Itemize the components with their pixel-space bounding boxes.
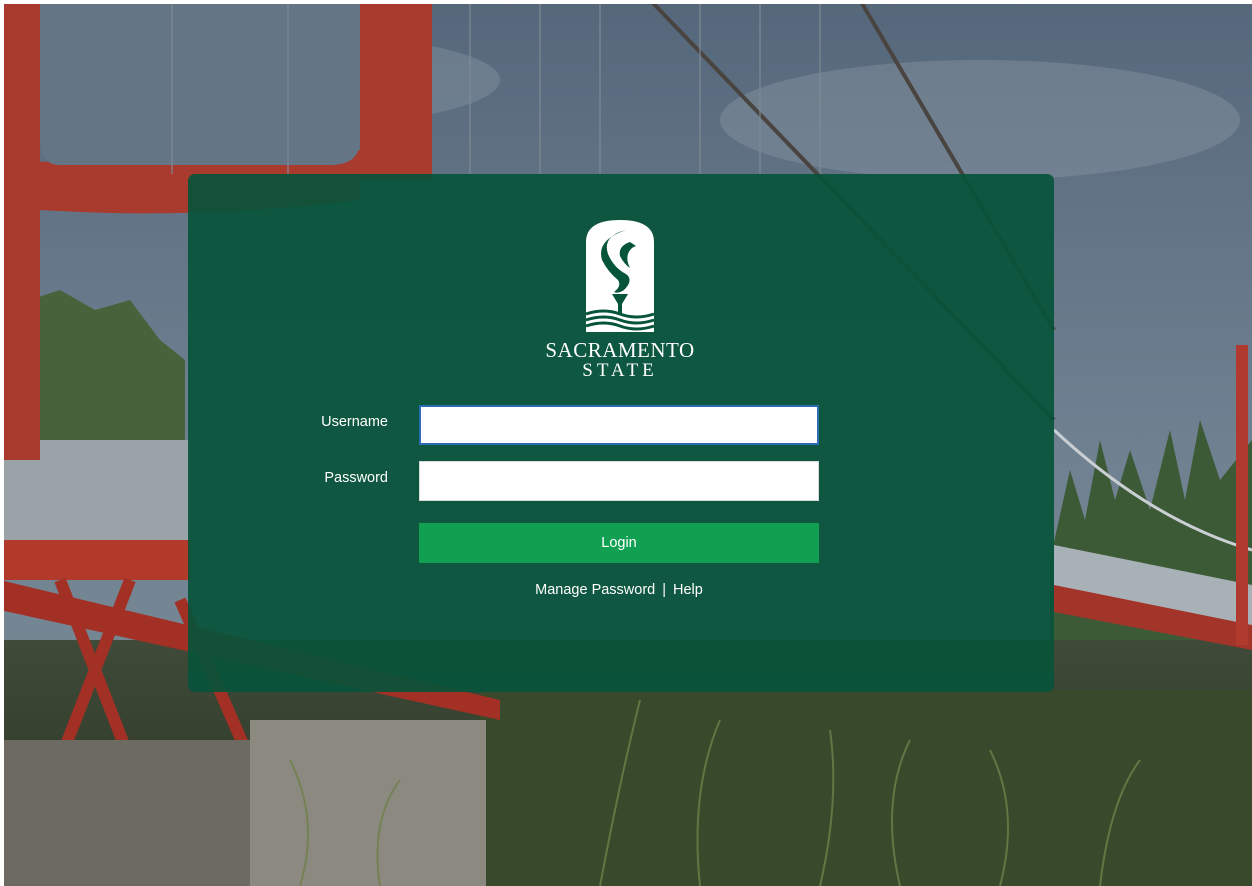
login-button[interactable]: Login [419,523,819,563]
help-link[interactable]: Help [673,582,703,598]
torch-s-shield-icon [585,220,655,332]
username-label: Username [321,414,388,430]
username-input[interactable] [419,405,819,445]
link-separator: | [662,582,667,598]
password-input[interactable] [419,461,819,501]
top-edge [0,0,1252,4]
manage-password-link[interactable]: Manage Password [535,582,655,598]
help-links: Manage Password | Help [419,582,819,598]
sacramento-state-logo: SACRAMENTO STATE [540,220,700,390]
left-edge [0,0,4,886]
logo-text-state: STATE [582,360,658,381]
login-panel: SACRAMENTO STATE Username Password Login… [188,174,1054,692]
password-label: Password [324,470,388,486]
